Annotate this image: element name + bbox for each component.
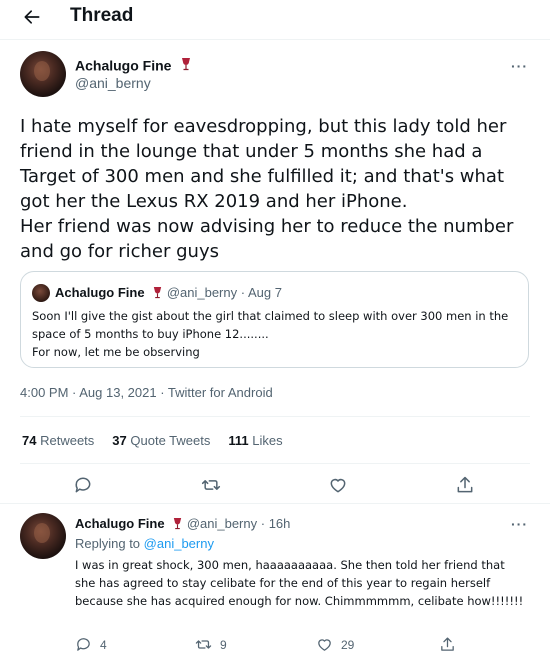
quotes-label: Quote Tweets: [130, 433, 211, 448]
author-name[interactable]: Achalugo Fine: [75, 58, 171, 74]
likes-stat[interactable]: 111 Likes: [228, 433, 282, 448]
reply-button[interactable]: [72, 474, 94, 496]
retweets-count: 74: [22, 433, 37, 448]
reply-icon: [77, 638, 90, 651]
reply-avatar[interactable]: [20, 513, 66, 559]
quote-date: Aug 7: [247, 285, 282, 300]
quotes-count: 37: [112, 433, 127, 448]
author-name-row[interactable]: Achalugo Fine: [75, 57, 192, 76]
back-button[interactable]: [17, 2, 47, 32]
reply-share-button[interactable]: [439, 636, 456, 653]
retweet-count: 9: [220, 637, 227, 652]
author-handle[interactable]: @ani_berny: [75, 75, 151, 91]
more-options-icon[interactable]: ···: [511, 516, 528, 532]
replying-to-link[interactable]: @ani_berny: [144, 536, 214, 551]
quote-text-line: For now, let me be observing: [32, 345, 200, 359]
wine-glass-icon: [152, 286, 163, 302]
quote-author-name: Achalugo Fine: [55, 285, 145, 300]
quote-text-line: Soon I'll give the gist about the girl t…: [32, 309, 509, 341]
tweet-text: I hate myself for eavesdropping, but thi…: [20, 114, 530, 264]
replying-prefix: Replying to: [75, 536, 141, 551]
reply-separator: ·: [260, 516, 266, 531]
reply-retweet-button[interactable]: 9: [195, 636, 227, 653]
quote-avatar: [32, 284, 50, 302]
tweet-text-line: Her friend was now advising her to reduc…: [20, 216, 514, 262]
thread-header: Thread: [0, 0, 550, 40]
likes-count: 111: [228, 433, 249, 448]
reply-author-handle[interactable]: @ani_berny: [187, 516, 257, 531]
quote-separator: ·: [240, 285, 246, 300]
arrow-left-icon: [24, 10, 40, 24]
page-title: Thread: [70, 5, 134, 26]
tweet-timestamp[interactable]: 4:00 PM · Aug 13, 2021 · Twitter for And…: [20, 385, 273, 400]
divider: [0, 503, 550, 504]
like-icon: [318, 639, 331, 651]
quote-header: Achalugo Fine @ani_berny · Aug 7: [55, 285, 282, 302]
reply-like-button[interactable]: 29: [316, 636, 354, 653]
reply-author-name[interactable]: Achalugo Fine: [75, 516, 165, 531]
quotes-stat[interactable]: 37 Quote Tweets: [112, 433, 210, 448]
retweet-icon: [195, 640, 212, 649]
retweets-label: Retweets: [40, 433, 95, 448]
retweet-icon: [201, 480, 221, 490]
like-button[interactable]: [327, 474, 349, 496]
engagement-stats: 74 Retweets 37 Quote Tweets 111 Likes: [22, 433, 283, 448]
quote-text: Soon I'll give the gist about the girl t…: [32, 307, 522, 361]
avatar[interactable]: [20, 51, 66, 97]
reply-reply-button[interactable]: 4: [75, 636, 107, 653]
reply-count: 4: [100, 637, 107, 652]
retweets-stat[interactable]: 74 Retweets: [22, 433, 94, 448]
likes-label: Likes: [252, 433, 283, 448]
quoted-tweet[interactable]: Achalugo Fine @ani_berny · Aug 7 Soon I'…: [20, 271, 529, 368]
divider: [20, 416, 530, 417]
tweet-text-line: I hate myself for eavesdropping, but thi…: [20, 116, 507, 212]
reply-text: I was in great shock, 300 men, haaaaaaaa…: [75, 558, 524, 608]
share-button[interactable]: [454, 474, 476, 496]
reply-time[interactable]: 16h: [269, 516, 291, 531]
reply-icon: [75, 477, 91, 493]
replying-to: Replying to @ani_berny: [75, 536, 214, 551]
reply-author-row: Achalugo Fine @ani_berny · 16h: [75, 516, 290, 533]
share-icon: [457, 476, 473, 493]
more-options-icon[interactable]: ···: [511, 58, 528, 74]
like-count: 29: [341, 637, 355, 652]
quote-author-handle: @ani_berny: [166, 285, 238, 300]
like-icon: [330, 478, 346, 493]
share-icon: [441, 637, 454, 651]
retweet-button[interactable]: [200, 474, 222, 496]
divider: [20, 463, 530, 464]
wine-glass-icon: [172, 517, 183, 533]
wine-glass-icon: [180, 57, 192, 76]
